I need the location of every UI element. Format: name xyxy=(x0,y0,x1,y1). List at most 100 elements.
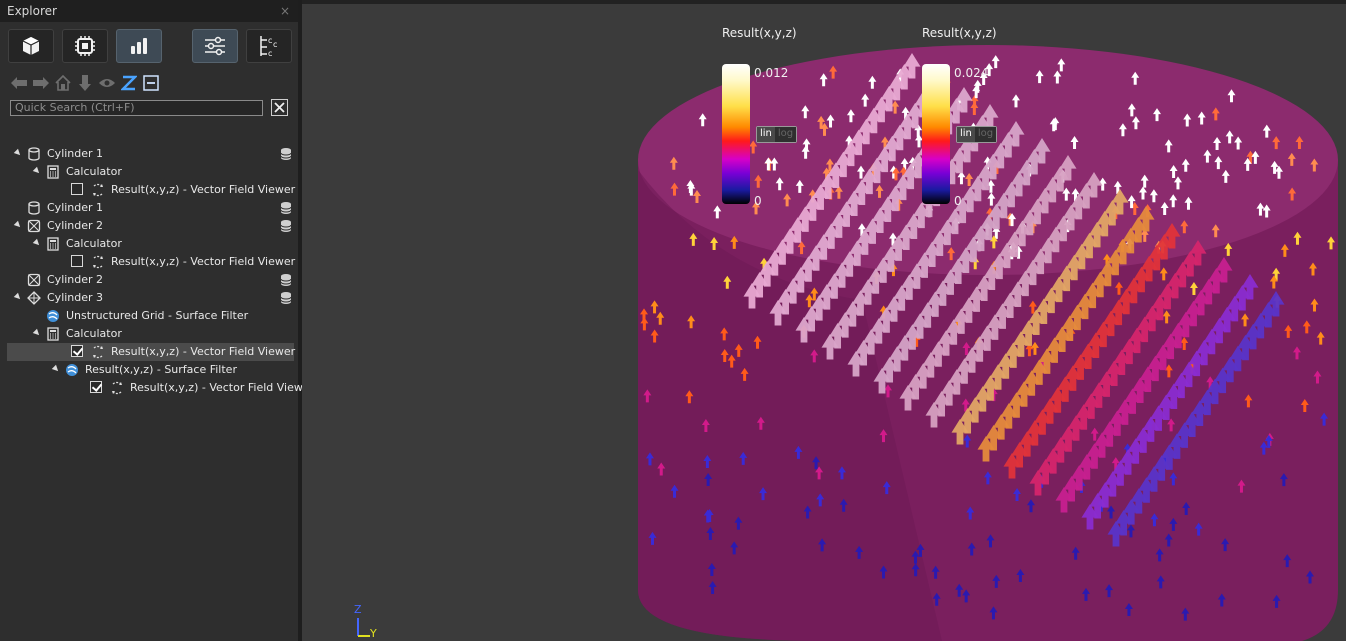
vector-field-icon xyxy=(91,345,105,359)
visibility-checkbox[interactable] xyxy=(71,183,83,195)
diamond-grid-icon xyxy=(27,291,41,305)
tree-row[interactable]: Result(x,y,z) - Surface Filter xyxy=(7,361,294,379)
tree-item-label: Result(x,y,z) - Vector Field Viewer xyxy=(130,381,315,394)
tree-item-label: Cylinder 1 xyxy=(47,201,104,214)
hardware-mode-button[interactable] xyxy=(62,29,108,63)
visibility-checkbox[interactable] xyxy=(90,381,102,393)
home-button[interactable] xyxy=(54,74,72,92)
geometry-mode-button[interactable] xyxy=(8,29,54,63)
legend-title: Result(x,y,z) xyxy=(922,26,997,40)
cylinder-icon xyxy=(27,147,41,161)
visibility-checkbox[interactable] xyxy=(71,345,83,357)
explorer-title: Explorer xyxy=(7,4,57,18)
vector-field-scene[interactable] xyxy=(302,0,1346,641)
filter-settings-button[interactable] xyxy=(192,29,238,63)
move-down-button[interactable] xyxy=(76,74,94,92)
legend-title: Result(x,y,z) xyxy=(722,26,797,40)
vector-field-icon xyxy=(91,255,105,269)
mode-toolbar: c c c xyxy=(8,29,300,63)
tree-row[interactable]: Result(x,y,z) - Vector Field Viewer xyxy=(7,181,296,199)
database-icon xyxy=(280,147,292,161)
expand-toggle-icon[interactable] xyxy=(32,166,42,176)
tree-row[interactable]: Cylinder 1 xyxy=(7,145,294,163)
tree-item-label: Calculator xyxy=(66,165,122,178)
cube-icon xyxy=(22,37,40,55)
clear-search-button[interactable] xyxy=(271,99,288,116)
tree-row[interactable]: Calculator xyxy=(7,325,294,343)
home-icon xyxy=(55,74,71,91)
tree-row[interactable]: Unstructured Grid - Surface Filter xyxy=(7,307,294,325)
navigation-toolbar xyxy=(10,74,164,92)
tree-item-label: Result(x,y,z) - Vector Field Viewer xyxy=(111,183,296,196)
calculator-icon xyxy=(46,327,60,341)
database-icon xyxy=(280,201,292,215)
tree-item-label: Cylinder 2 xyxy=(47,273,104,286)
tree-row[interactable]: Cylinder 3 xyxy=(7,289,294,307)
sliders-icon xyxy=(205,36,225,56)
forward-button[interactable] xyxy=(32,74,50,92)
expand-toggle-icon[interactable] xyxy=(51,364,61,374)
tree-item-label: Unstructured Grid - Surface Filter xyxy=(66,309,249,322)
arrow-down-icon xyxy=(79,75,91,91)
tree-row[interactable]: Result(x,y,z) - Vector Field Viewer xyxy=(7,379,314,397)
arrow-right-icon xyxy=(33,77,49,89)
close-icon[interactable]: × xyxy=(280,4,290,18)
legend-scale-toggle[interactable]: lin log xyxy=(956,126,998,143)
log-scale-option[interactable]: log xyxy=(974,127,997,142)
tree-row[interactable]: Cylinder 1 xyxy=(7,199,294,217)
visibility-button[interactable] xyxy=(98,74,116,92)
vector-field-icon xyxy=(110,381,124,395)
tree-row[interactable]: Cylinder 2 xyxy=(7,217,294,235)
collapse-all-button[interactable] xyxy=(142,74,160,92)
visibility-checkbox[interactable] xyxy=(71,255,83,267)
tree-row[interactable]: Calculator xyxy=(7,163,294,181)
log-scale-option[interactable]: log xyxy=(774,127,797,142)
calculator-icon xyxy=(46,237,60,251)
z-axis-button[interactable] xyxy=(120,74,138,92)
linear-scale-option[interactable]: lin xyxy=(957,127,975,142)
vector-field-icon xyxy=(91,183,105,197)
legend-min-value: 0 xyxy=(954,194,962,208)
legend-scale-toggle[interactable]: lin log xyxy=(756,126,798,143)
hierarchy-view-button[interactable]: c c c xyxy=(246,29,292,63)
legend-color-bar xyxy=(922,64,950,204)
bar-chart-icon xyxy=(131,38,147,54)
mesh-cylinder-icon xyxy=(27,273,41,287)
database-icon xyxy=(280,219,292,233)
orientation-axes: Z Y xyxy=(352,600,392,640)
surface-filter-icon xyxy=(65,363,79,377)
database-icon xyxy=(280,273,292,287)
explorer-titlebar: Explorer × xyxy=(0,0,298,22)
expand-toggle-icon[interactable] xyxy=(32,328,42,338)
expand-toggle-icon[interactable] xyxy=(32,238,42,248)
eye-icon xyxy=(99,79,115,87)
hierarchy-icon: c c c xyxy=(260,36,277,58)
legend-min-value: 0 xyxy=(754,194,762,208)
expand-toggle-icon[interactable] xyxy=(13,292,23,302)
cylinder-icon xyxy=(27,201,41,215)
database-icon xyxy=(280,291,292,305)
explorer-panel: Explorer × c c c Quick Search (Ctrl+F) C… xyxy=(0,0,314,641)
tree-item-label: Cylinder 2 xyxy=(47,219,104,232)
arrow-left-icon xyxy=(11,77,27,89)
results-mode-button[interactable] xyxy=(116,29,162,63)
expand-toggle-icon[interactable] xyxy=(13,220,23,230)
calculator-icon xyxy=(46,165,60,179)
search-input[interactable]: Quick Search (Ctrl+F) xyxy=(10,100,263,116)
tree-row[interactable]: Cylinder 2 xyxy=(7,271,294,289)
tree-row[interactable]: Calculator xyxy=(7,235,294,253)
3d-viewport[interactable]: Result(x,y,z) 0.012 0 lin log Result(x,y… xyxy=(302,0,1346,641)
y-axis-label: Y xyxy=(370,627,377,640)
tree-row[interactable]: Result(x,y,z) - Vector Field Viewer xyxy=(7,253,295,271)
tree-row[interactable]: Result(x,y,z) - Vector Field Viewer xyxy=(7,343,295,361)
legend-color-bar xyxy=(722,64,750,204)
tree-item-label: Calculator xyxy=(66,327,122,340)
explorer-tree: Cylinder 1 Calculator Result(x,y,z) - Vect… xyxy=(7,145,314,397)
back-button[interactable] xyxy=(10,74,28,92)
expand-toggle-icon[interactable] xyxy=(13,148,23,158)
tree-item-label: Result(x,y,z) - Surface Filter xyxy=(85,363,237,376)
collapse-icon xyxy=(143,75,159,91)
svg-text:c: c xyxy=(268,36,272,45)
chip-icon xyxy=(75,36,95,56)
linear-scale-option[interactable]: lin xyxy=(757,127,775,142)
